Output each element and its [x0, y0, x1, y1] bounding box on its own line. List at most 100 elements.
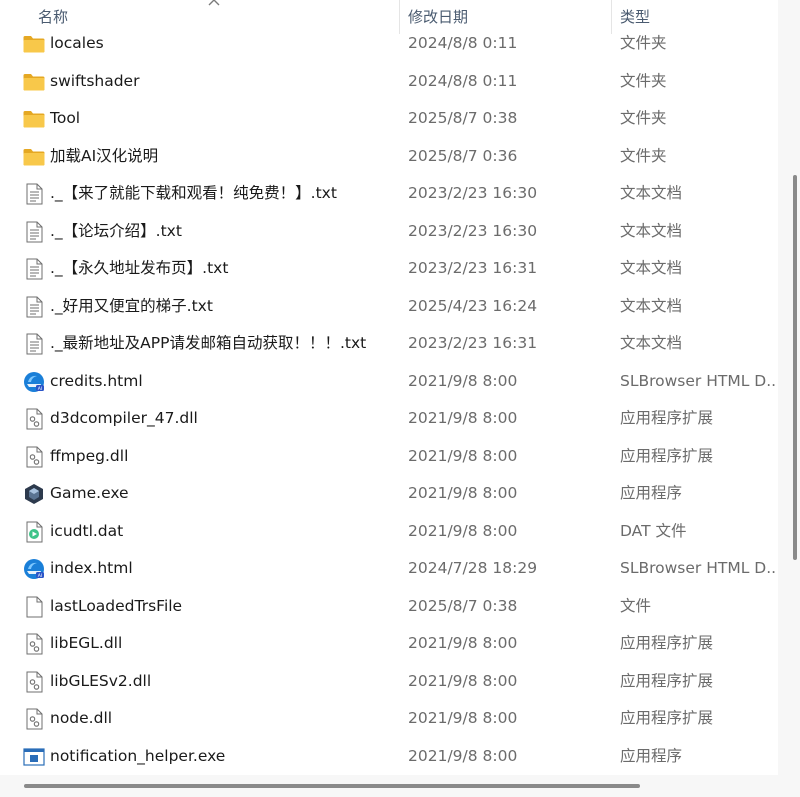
vertical-scroll-thumb[interactable] [793, 175, 797, 560]
file-type: SLBrowser HTML D... [620, 559, 776, 577]
file-type: 应用程序扩展 [620, 446, 714, 465]
file-name[interactable]: icudtl.dat [50, 513, 123, 551]
file-type: 文本文档 [620, 259, 683, 277]
file-name[interactable]: ._好用又便宜的梯子.txt [50, 288, 213, 326]
dll-file-icon [22, 671, 46, 693]
file-date-modified: 2024/7/28 18:29 [408, 559, 538, 577]
file-type: 文件夹 [620, 71, 667, 90]
file-row[interactable]: locales 2024/8/8 0:11 文件夹 [0, 25, 778, 63]
file-row[interactable]: 加载AI汉化说明 2025/8/7 0:36 文件夹 [0, 138, 778, 176]
file-date-modified: 2021/9/8 8:00 [408, 446, 518, 465]
folder-icon [22, 33, 46, 55]
file-row[interactable]: ._最新地址及APP请发邮箱自动获取！！！.txt 2023/2/23 16:31… [0, 325, 778, 363]
file-row[interactable]: ffmpeg.dll 2021/9/8 8:00 应用程序扩展 [0, 438, 778, 476]
file-name[interactable]: ._【来了就能下载和观看！纯免费！】.txt [50, 175, 337, 213]
file-name[interactable]: libEGL.dll [50, 625, 122, 663]
dll-file-icon [22, 446, 46, 468]
file-type: 文本文档 [620, 334, 683, 352]
horizontal-scrollbar[interactable] [0, 775, 800, 797]
file-name[interactable]: ._【论坛介绍】.txt [50, 213, 182, 251]
dll-file-icon [22, 633, 46, 655]
file-name[interactable]: Tool [50, 100, 80, 138]
file-type: 应用程序 [620, 484, 683, 502]
file-type: 应用程序扩展 [620, 709, 714, 727]
file-row[interactable]: swiftshader 2024/8/8 0:11 文件夹 [0, 63, 778, 101]
vertical-scrollbar[interactable] [778, 0, 800, 775]
file-row[interactable]: ._【永久地址发布页】.txt 2023/2/23 16:31 文本文档 [0, 250, 778, 288]
file-date-modified: 2021/9/8 8:00 [408, 671, 518, 690]
file-row[interactable]: Tool 2025/8/7 0:38 文件夹 [0, 100, 778, 138]
file-date-modified: 2021/9/8 8:00 [408, 371, 518, 390]
file-date-modified: 2023/2/23 16:31 [408, 259, 538, 277]
file-type: 文本文档 [620, 221, 683, 240]
file-date-modified: 2023/2/23 16:30 [408, 221, 538, 240]
file-date-modified: 2024/8/8 0:11 [408, 34, 518, 52]
file-date-modified: 2025/8/7 0:38 [408, 109, 518, 127]
file-row[interactable]: libGLESv2.dll 2021/9/8 8:00 应用程序扩展 [0, 663, 778, 701]
file-name[interactable]: swiftshader [50, 63, 139, 101]
file-explorer-list: 名称 修改日期 类型 locales 2024/8/8 0:11 文件夹 swifts… [0, 0, 800, 797]
file-row[interactable]: node.dll 2021/9/8 8:00 应用程序扩展 [0, 700, 778, 738]
file-date-modified: 2025/4/23 16:24 [408, 296, 538, 315]
text-file-icon [22, 258, 46, 280]
file-name[interactable]: node.dll [50, 700, 112, 738]
file-row[interactable]: lastLoadedTrsFile 2025/8/7 0:38 文件 [0, 588, 778, 626]
file-type: DAT 文件 [620, 521, 687, 540]
dll-file-icon [22, 708, 46, 730]
folder-icon [22, 146, 46, 168]
folder-icon [22, 71, 46, 93]
file-name[interactable]: 加载AI汉化说明 [50, 138, 158, 176]
file-name[interactable]: notification_helper.exe [50, 738, 225, 776]
file-type: 文件 [620, 596, 652, 615]
file-row[interactable]: AI index.html 2024/7/28 18:29 SLBrowser HTM… [0, 550, 778, 588]
file-row[interactable]: ._【论坛介绍】.txt 2023/2/23 16:30 文本文档 [0, 213, 778, 251]
file-date-modified: 2021/9/8 8:00 [408, 484, 518, 502]
file-name[interactable]: Game.exe [50, 475, 129, 513]
file-type: 应用程序 [620, 746, 683, 765]
file-row[interactable]: Game.exe 2021/9/8 8:00 应用程序 [0, 475, 778, 513]
file-date-modified: 2025/8/7 0:36 [408, 146, 518, 165]
file-type: 应用程序扩展 [620, 634, 714, 652]
text-file-icon [22, 221, 46, 243]
file-name[interactable]: lastLoadedTrsFile [50, 588, 182, 626]
file-row[interactable]: icudtl.dat 2021/9/8 8:00 DAT 文件 [0, 513, 778, 551]
file-type: SLBrowser HTML D... [620, 371, 776, 390]
file-row[interactable]: notification_helper.exe 2021/9/8 8:00 应用程序 [0, 738, 778, 776]
file-type: 文件夹 [620, 146, 667, 165]
game-exe-icon [22, 483, 46, 505]
media-dat-icon [22, 521, 46, 543]
file-name[interactable]: ._【永久地址发布页】.txt [50, 250, 228, 288]
file-date-modified: 2025/8/7 0:38 [408, 596, 518, 615]
file-type: 文件夹 [620, 109, 667, 127]
file-type: 文本文档 [620, 296, 683, 315]
file-date-modified: 2024/8/8 0:11 [408, 71, 518, 90]
file-date-modified: 2021/9/8 8:00 [408, 746, 518, 765]
file-name[interactable]: ffmpeg.dll [50, 438, 128, 476]
file-name[interactable]: index.html [50, 550, 133, 588]
file-row[interactable]: AI credits.html 2021/9/8 8:00 SLBrowser HTM… [0, 363, 778, 401]
file-type: 文件夹 [620, 34, 667, 52]
horizontal-scroll-thumb[interactable] [24, 784, 640, 788]
file-row[interactable]: libEGL.dll 2021/9/8 8:00 应用程序扩展 [0, 625, 778, 663]
svg-text:AI: AI [38, 573, 42, 579]
file-type: 应用程序扩展 [620, 409, 714, 427]
blank-file-icon [22, 596, 46, 618]
file-date-modified: 2023/2/23 16:31 [408, 334, 538, 352]
file-list: locales 2024/8/8 0:11 文件夹 swiftshader 2024/8… [0, 25, 778, 775]
file-date-modified: 2021/9/8 8:00 [408, 634, 518, 652]
file-date-modified: 2021/9/8 8:00 [408, 521, 518, 540]
folder-icon [22, 108, 46, 130]
file-name[interactable]: credits.html [50, 363, 143, 401]
file-row[interactable]: d3dcompiler_47.dll 2021/9/8 8:00 应用程序扩展 [0, 400, 778, 438]
file-name[interactable]: d3dcompiler_47.dll [50, 400, 198, 438]
file-row[interactable]: ._【来了就能下载和观看！纯免费！】.txt 2023/2/23 16:30 文本文… [0, 175, 778, 213]
file-type: 应用程序扩展 [620, 671, 714, 690]
file-type: 文本文档 [620, 184, 683, 202]
app-exe-icon [22, 746, 46, 768]
dll-file-icon [22, 408, 46, 430]
file-name[interactable]: libGLESv2.dll [50, 663, 151, 701]
file-name[interactable]: ._最新地址及APP请发邮箱自动获取！！！.txt [50, 325, 366, 363]
file-row[interactable]: ._好用又便宜的梯子.txt 2025/4/23 16:24 文本文档 [0, 288, 778, 326]
file-name[interactable]: locales [50, 25, 104, 63]
text-file-icon [22, 296, 46, 318]
